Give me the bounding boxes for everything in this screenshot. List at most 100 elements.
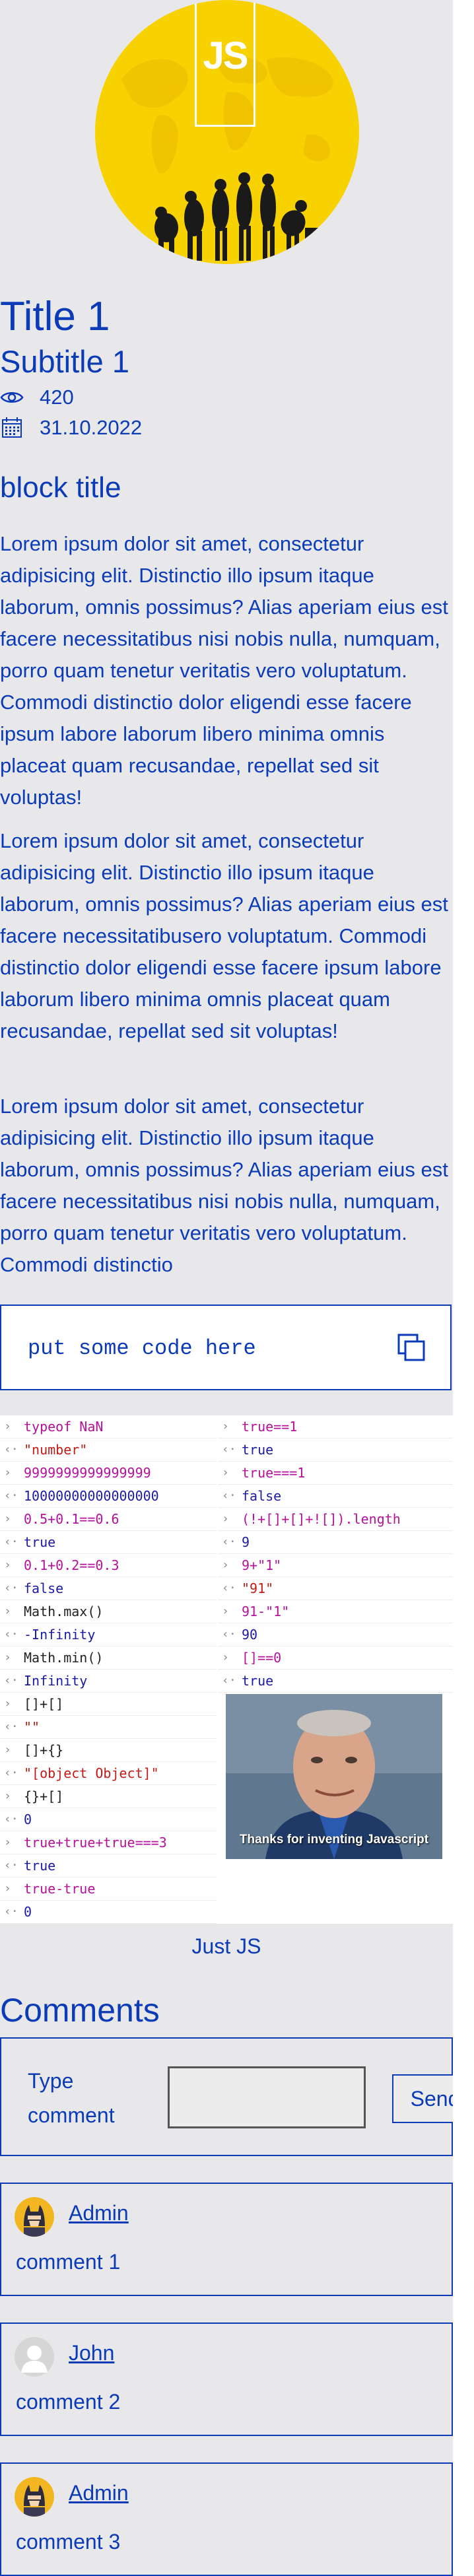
- console-output-row: ‹· "number": [0, 1439, 217, 1462]
- batman-avatar-icon: [15, 2477, 54, 2517]
- send-button[interactable]: Send: [392, 2074, 453, 2123]
- eye-icon: [0, 392, 24, 403]
- default-user-avatar-icon: [15, 2337, 54, 2377]
- copy-icon[interactable]: [396, 1332, 428, 1364]
- comment-author-link[interactable]: Admin: [69, 2481, 129, 2505]
- result-arrow-icon: ‹·: [4, 1905, 18, 1918]
- console-input: typeof NaN: [24, 1419, 104, 1435]
- console-input-row: › true===1: [218, 1462, 453, 1485]
- comment-text: comment 3: [16, 2530, 121, 2554]
- console-input-row: › 0.1+0.2==0.3: [0, 1554, 217, 1577]
- code-text: put some code here: [28, 1336, 256, 1361]
- console-input: true+true+true===3: [24, 1835, 167, 1850]
- hero-image: JS: [95, 0, 359, 264]
- views-count: 420: [40, 386, 74, 409]
- console-output: true: [24, 1858, 56, 1874]
- result-arrow-icon: ‹·: [222, 1535, 236, 1549]
- console-output-row: ‹· 90: [218, 1623, 453, 1646]
- prompt-arrow-icon: ›: [4, 1466, 11, 1479]
- console-input: true===1: [242, 1465, 306, 1481]
- console-output-row: ‹· 0: [0, 1901, 217, 1924]
- console-input: true-true: [24, 1881, 96, 1897]
- result-arrow-icon: ‹·: [222, 1489, 236, 1503]
- console-output: "": [24, 1719, 40, 1735]
- prompt-arrow-icon: ›: [4, 1650, 11, 1664]
- console-output: "number": [24, 1442, 88, 1458]
- comment-author-link[interactable]: John: [69, 2341, 114, 2365]
- prompt-arrow-icon: ›: [4, 1697, 11, 1711]
- console-output: 90: [242, 1627, 258, 1643]
- prompt-arrow-icon: ›: [4, 1419, 11, 1433]
- prompt-arrow-icon: ›: [4, 1558, 11, 1572]
- console-input-row: › true+true+true===3: [0, 1831, 217, 1854]
- evolution-silhouette-icon: [154, 172, 322, 261]
- console-input: 0.1+0.2==0.3: [24, 1557, 119, 1573]
- console-output-row: ‹· true: [218, 1670, 453, 1693]
- console-output: 10000000000000000: [24, 1488, 159, 1504]
- result-arrow-icon: ‹·: [4, 1858, 18, 1872]
- console-output: 9: [242, 1534, 250, 1550]
- publish-date: 31.10.2022: [40, 416, 143, 439]
- comment-form: Type comment Send: [0, 2037, 453, 2156]
- console-input: true==1: [242, 1419, 298, 1435]
- console-input-row: › 9+"1": [218, 1554, 453, 1577]
- console-input-row: › Math.max(): [0, 1600, 217, 1623]
- comment-text: comment 2: [16, 2390, 121, 2414]
- console-input-row: › typeof NaN: [0, 1415, 217, 1439]
- comment-text: comment 1: [16, 2250, 121, 2274]
- console-output: Infinity: [24, 1673, 88, 1689]
- console-output-row: ‹· Infinity: [0, 1670, 217, 1693]
- result-arrow-icon: ‹·: [222, 1581, 236, 1595]
- result-arrow-icon: ‹·: [4, 1489, 18, 1503]
- page: JS Title 1 Subtitle 1 420 31.10.2022 blo…: [0, 0, 453, 2576]
- console-input-row: › 91-"1": [218, 1600, 453, 1623]
- console-input-row: › true-true: [0, 1878, 217, 1901]
- comment-item: Admin comment 1: [0, 2183, 453, 2296]
- console-output-row: ‹· true: [0, 1531, 217, 1554]
- console-output-row: ‹· true: [218, 1439, 453, 1462]
- console-output-row: ‹· 10000000000000000: [0, 1485, 217, 1508]
- console-output: false: [24, 1580, 64, 1596]
- calendar-icon: [2, 417, 22, 438]
- console-column-left: › typeof NaN ‹· "number" › 9999999999999999 ‹·…: [0, 1415, 217, 1924]
- console-output: "91": [242, 1580, 274, 1596]
- console-input-row: › []+{}: [0, 1739, 217, 1762]
- console-input-row: › []==0: [218, 1646, 453, 1670]
- console-output-row: ‹· 9: [218, 1531, 453, 1554]
- console-input: (!+[]+[]+![]).length: [242, 1511, 401, 1527]
- prompt-arrow-icon: ›: [222, 1650, 229, 1664]
- console-input: Math.max(): [24, 1604, 104, 1619]
- console-input: []+{}: [24, 1742, 64, 1758]
- console-output-row: ‹· false: [218, 1485, 453, 1508]
- prompt-arrow-icon: ›: [222, 1466, 229, 1479]
- console-input-row: › 9999999999999999: [0, 1462, 217, 1485]
- paragraph: Lorem ipsum dolor sit amet, consectetur …: [0, 1095, 448, 1276]
- meme-caption: Thanks for inventing Javascript: [239, 1833, 429, 1847]
- console-input-row: › (!+[]+[]+![]).length: [218, 1508, 453, 1531]
- result-arrow-icon: ‹·: [4, 1535, 18, 1549]
- console-output: true: [242, 1442, 274, 1458]
- console-output-row: ‹· "91": [218, 1577, 453, 1600]
- page-subtitle: Subtitle 1: [0, 344, 129, 379]
- paragraph: Lorem ipsum dolor sit amet, consectetur …: [0, 829, 448, 1042]
- comment-author-link[interactable]: Admin: [69, 2201, 129, 2225]
- prompt-arrow-icon: ›: [222, 1604, 229, 1618]
- page-title: Title 1: [0, 294, 110, 339]
- result-arrow-icon: ‹·: [4, 1581, 18, 1595]
- prompt-arrow-icon: ›: [222, 1419, 229, 1433]
- result-arrow-icon: ‹·: [4, 1674, 18, 1687]
- console-input-row: › true==1: [218, 1415, 453, 1439]
- comment-item: John comment 2: [0, 2322, 453, 2436]
- batman-avatar-icon: [15, 2197, 54, 2237]
- result-arrow-icon: ‹·: [4, 1442, 18, 1456]
- image-caption: Just JS: [191, 1934, 261, 1958]
- comment-input[interactable]: [168, 2066, 366, 2128]
- console-output: -Infinity: [24, 1627, 96, 1643]
- result-arrow-icon: ‹·: [222, 1442, 236, 1456]
- date-row: 31.10.2022: [0, 416, 142, 440]
- prompt-arrow-icon: ›: [4, 1512, 11, 1526]
- console-input: 9+"1": [242, 1557, 282, 1573]
- console-output-row: ‹· 0: [0, 1808, 217, 1831]
- console-input-row: › Math.min(): [0, 1646, 217, 1670]
- console-output: 0: [24, 1812, 32, 1827]
